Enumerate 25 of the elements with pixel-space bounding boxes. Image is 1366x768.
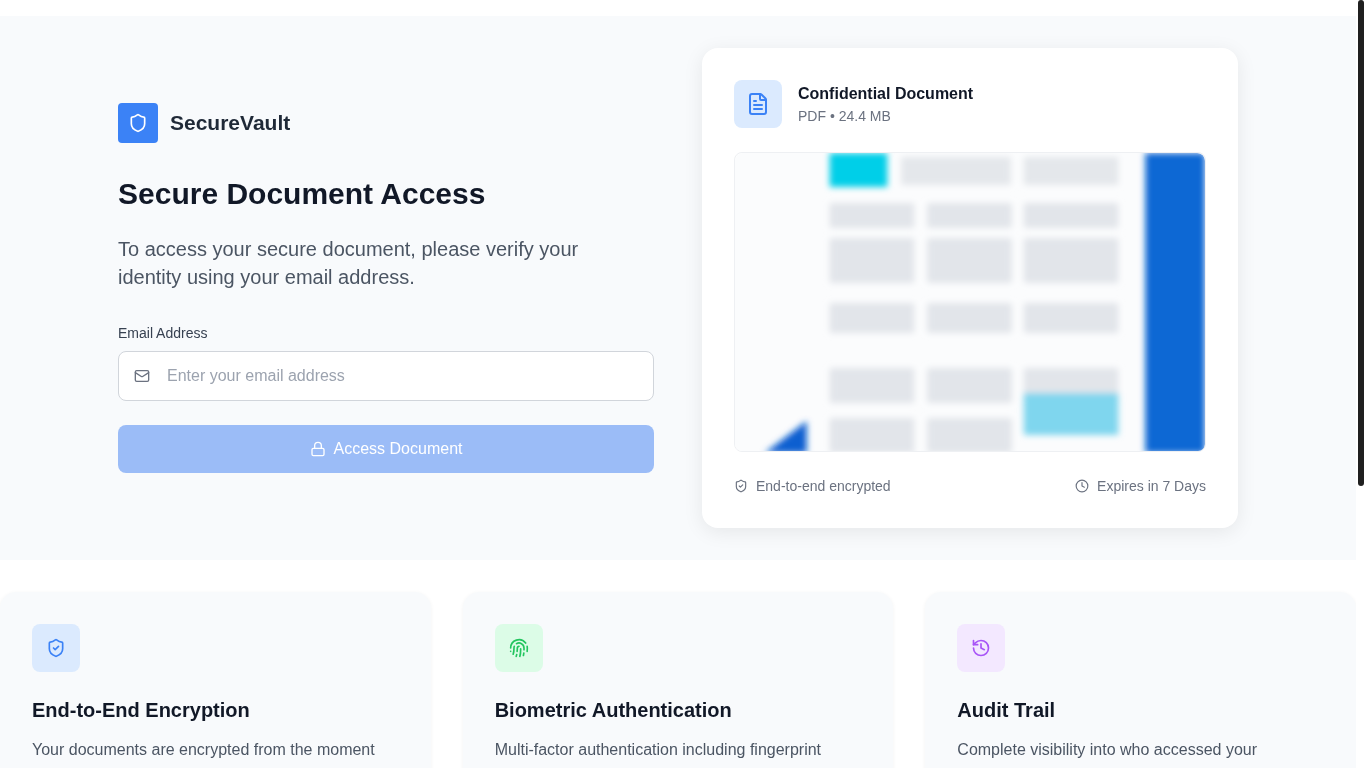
document-icon	[734, 80, 782, 128]
feature-title: Biometric Authentication	[494, 698, 733, 723]
shield-logo-icon	[118, 103, 158, 143]
feature-description: Complete visibility into who accessed your	[957, 740, 1258, 760]
security-note: End-to-end encrypted	[756, 477, 891, 496]
mail-icon	[134, 367, 150, 384]
shield-check-icon	[734, 479, 748, 493]
lock-icon	[309, 440, 326, 457]
history-icon	[957, 624, 1006, 672]
scrollbar-thumb[interactable]	[1358, 0, 1364, 486]
email-field[interactable]: Enter your email address	[118, 350, 654, 401]
field-label: Email Address	[118, 323, 209, 343]
brand-name: SecureVault	[170, 110, 291, 137]
clock-icon	[1075, 479, 1090, 493]
feature-description: Your documents are encrypted from the moment	[32, 740, 376, 760]
page-title: Secure Document Access	[118, 176, 487, 212]
security-note: Expires in 7 Days	[1097, 477, 1206, 496]
shield-check-icon	[32, 624, 80, 672]
feature-title: End-to-End Encryption	[32, 698, 251, 723]
fingerprint-icon	[494, 624, 543, 672]
document-title: Confidential Document	[798, 84, 974, 104]
feature-description: Multi-factor authentication including fingerprint	[494, 740, 823, 760]
document-meta: PDF • 24.4 MB	[798, 107, 892, 126]
page-subtitle: To access your secure document, please verify your identity using your email address.	[118, 236, 580, 290]
feature-title: Audit Trail	[957, 698, 1057, 723]
